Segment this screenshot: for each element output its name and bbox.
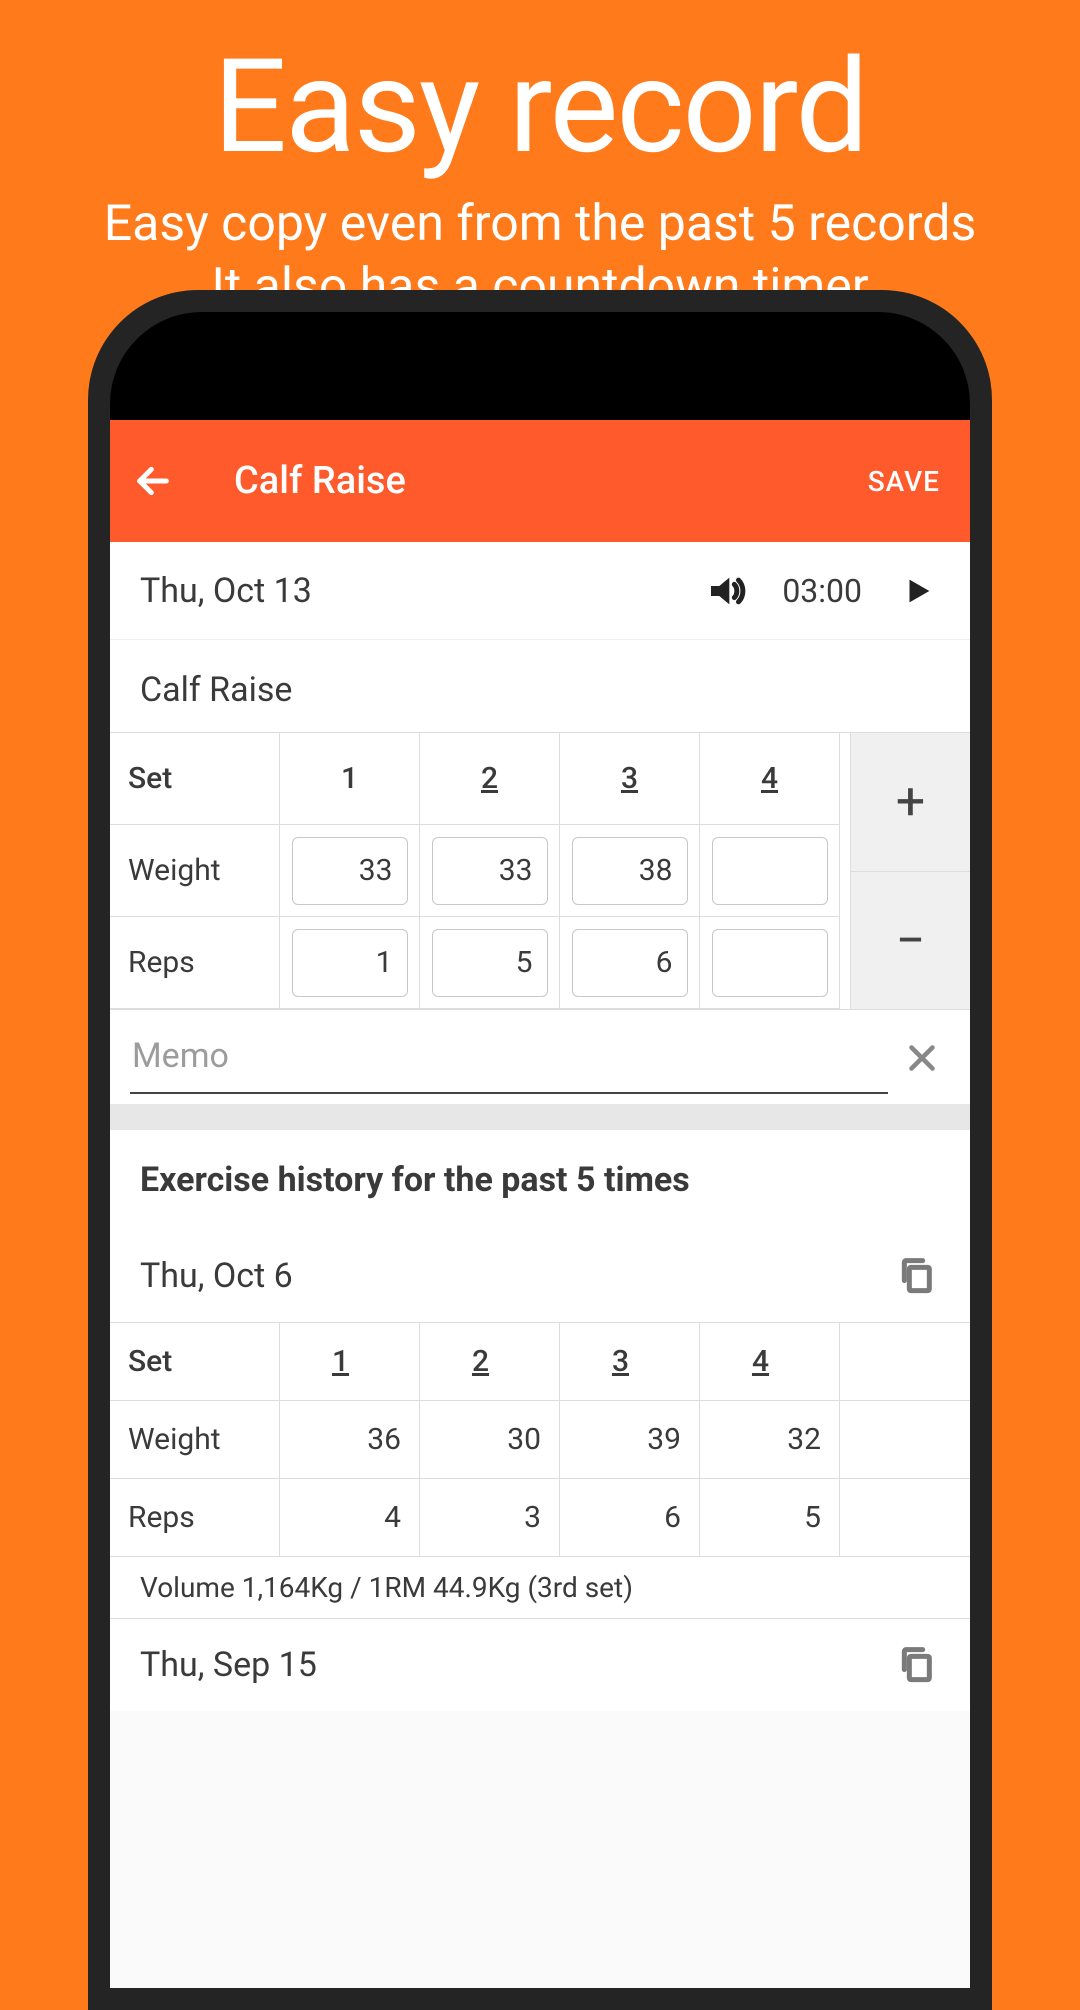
copy-history-1-button[interactable]	[896, 1643, 940, 1687]
hist-weight-label: Weight	[110, 1401, 280, 1479]
history-entry-0-date: Thu, Oct 6	[140, 1256, 293, 1296]
hist-weight-3: 39	[560, 1401, 700, 1479]
weight-input-1[interactable]: 33	[292, 837, 408, 905]
volume-icon	[706, 571, 746, 611]
phone-frame: Calf Raise SAVE Thu, Oct 13 03:00	[88, 290, 992, 2010]
hist-set-3: 3	[560, 1323, 700, 1401]
arrow-left-icon	[133, 461, 173, 501]
history-entry-1-date: Thu, Sep 15	[140, 1645, 317, 1685]
current-sets-table: Set 1 2 3 4 Weight 33 33 38 Reps 1 5 6	[110, 732, 970, 1010]
timer-play-button[interactable]	[896, 569, 940, 613]
hist-reps-3: 6	[560, 1479, 700, 1557]
hist-reps-4: 5	[700, 1479, 840, 1557]
weight-input-4[interactable]	[712, 837, 828, 905]
memo-clear-button[interactable]	[904, 1039, 940, 1094]
history-entry-0-header: Thu, Oct 6	[110, 1230, 970, 1322]
set-col-2[interactable]: 2	[420, 733, 560, 825]
hist-weight-2: 30	[420, 1401, 560, 1479]
history-entry-1-header: Thu, Sep 15	[110, 1619, 970, 1711]
timer-value[interactable]: 03:00	[782, 572, 862, 610]
sound-toggle[interactable]	[704, 569, 748, 613]
reps-input-4[interactable]	[712, 929, 828, 997]
save-button[interactable]: SAVE	[868, 465, 940, 498]
promo-title: Easy record	[0, 30, 1080, 183]
hist-weight-4: 32	[700, 1401, 840, 1479]
hist-reps-2: 3	[420, 1479, 560, 1557]
weight-row-label: Weight	[110, 825, 280, 917]
history-title: Exercise history for the past 5 times	[110, 1130, 970, 1230]
app-bar: Calf Raise SAVE	[110, 420, 970, 542]
weight-input-3[interactable]: 38	[572, 837, 688, 905]
set-col-4[interactable]: 4	[700, 733, 840, 825]
history-entry-0-volume: Volume 1,164Kg / 1RM 44.9Kg (3rd set)	[110, 1557, 970, 1619]
date-timer-row: Thu, Oct 13 03:00	[110, 542, 970, 640]
increment-button[interactable]: +	[850, 733, 970, 872]
hist-set-2: 2	[420, 1323, 560, 1401]
weight-input-2[interactable]: 33	[432, 837, 548, 905]
reps-input-2[interactable]: 5	[432, 929, 548, 997]
decrement-button[interactable]: −	[850, 872, 970, 1010]
date-label[interactable]: Thu, Oct 13	[140, 571, 704, 611]
hist-reps-1: 4	[280, 1479, 420, 1557]
copy-icon	[896, 1254, 936, 1294]
close-icon	[904, 1040, 940, 1076]
page-title: Calf Raise	[234, 459, 868, 503]
memo-input[interactable]: Memo	[130, 1028, 888, 1094]
reps-row-label: Reps	[110, 917, 280, 1009]
play-icon	[901, 574, 935, 608]
reps-input-3[interactable]: 6	[572, 929, 688, 997]
hist-reps-label: Reps	[110, 1479, 280, 1557]
promo-line1: Easy copy even from the past 5 records	[0, 193, 1080, 256]
history-entry-0-table: Set 1 2 3 4 Weight 36 30 39 32 Reps 4 3 …	[110, 1322, 970, 1557]
hist-set-label: Set	[110, 1323, 280, 1401]
reps-input-1[interactable]: 1	[292, 929, 408, 997]
memo-row: Memo	[110, 1010, 970, 1104]
hist-set-4: 4	[700, 1323, 840, 1401]
set-col-1[interactable]: 1	[280, 733, 420, 825]
copy-history-0-button[interactable]	[896, 1254, 940, 1298]
set-col-3[interactable]: 3	[560, 733, 700, 825]
hist-weight-1: 36	[280, 1401, 420, 1479]
exercise-name: Calf Raise	[110, 640, 970, 732]
set-header-label: Set	[110, 733, 280, 825]
back-button[interactable]	[130, 458, 176, 504]
hist-set-1: 1	[280, 1323, 420, 1401]
copy-icon	[896, 1643, 936, 1683]
